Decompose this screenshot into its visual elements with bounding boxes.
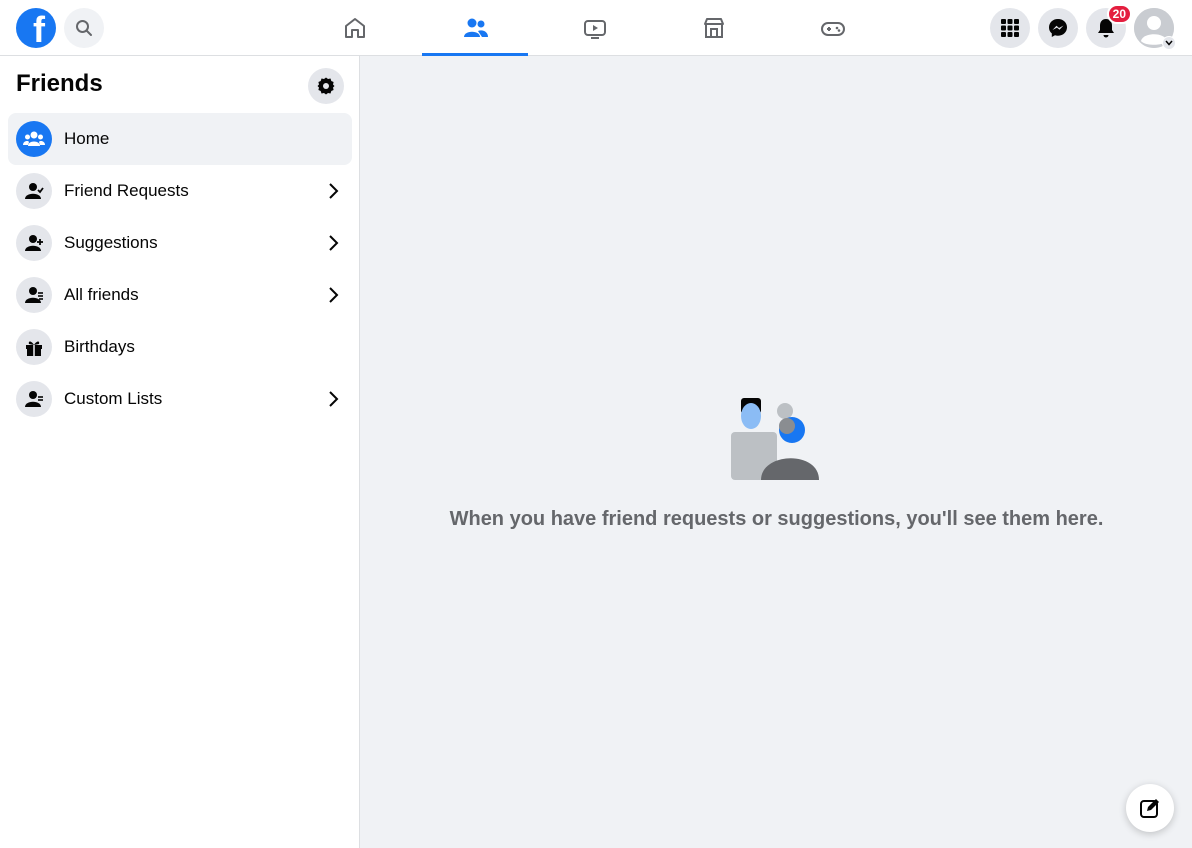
sidebar-item-custom-lists[interactable]: Custom Lists xyxy=(8,373,352,425)
sidebar-item-birthdays[interactable]: Birthdays xyxy=(8,321,352,373)
sidebar-item-suggestions[interactable]: Suggestions xyxy=(8,217,352,269)
sidebar-item-label: Birthdays xyxy=(64,337,135,356)
settings-button[interactable] xyxy=(308,68,344,104)
suggestions-icon xyxy=(16,225,52,261)
sidebar-title: Friends xyxy=(16,70,103,97)
sidebar-item-label: All friends xyxy=(64,285,139,304)
chevron-right-icon[interactable] xyxy=(322,231,346,255)
logo-letter: f xyxy=(33,9,45,48)
gear-icon xyxy=(317,77,335,95)
friends-icon xyxy=(464,18,488,37)
facebook-logo[interactable]: f xyxy=(16,8,56,48)
menu-grid-icon xyxy=(1001,19,1019,37)
messenger-button[interactable] xyxy=(1038,8,1078,48)
tab-marketplace[interactable] xyxy=(661,0,767,56)
messenger-icon xyxy=(1049,19,1067,37)
gaming-icon xyxy=(821,22,845,36)
chevron-right-icon[interactable] xyxy=(322,179,346,203)
notification-count-badge: 20 xyxy=(1106,4,1132,24)
top-navigation-bar: f 20 xyxy=(0,0,1192,56)
friends-sidebar: Friends Home Friend Requests Suggestions… xyxy=(0,56,360,848)
watch-icon xyxy=(584,20,606,39)
home-icon xyxy=(345,18,365,38)
notifications-button[interactable]: 20 xyxy=(1086,4,1132,48)
sidebar-item-label: Custom Lists xyxy=(64,389,163,408)
main-content: When you have friend requests or suggest… xyxy=(361,56,1192,848)
search-icon xyxy=(76,20,92,36)
custom-lists-icon xyxy=(16,381,52,417)
sidebar-item-friend-requests[interactable]: Friend Requests xyxy=(8,165,352,217)
empty-friends-illustration xyxy=(731,398,819,480)
tab-home[interactable] xyxy=(302,0,408,56)
chevron-right-icon[interactable] xyxy=(322,387,346,411)
account-chevron-down-icon[interactable] xyxy=(1162,36,1176,50)
tab-friends[interactable] xyxy=(422,0,528,56)
account-avatar[interactable] xyxy=(1134,8,1176,50)
sidebar-item-all-friends[interactable]: All friends xyxy=(8,269,352,321)
marketplace-icon xyxy=(704,18,724,38)
sidebar-item-label: Suggestions xyxy=(64,233,158,252)
new-message-button[interactable] xyxy=(1126,784,1174,832)
friend-requests-icon xyxy=(16,173,52,209)
compose-icon xyxy=(1140,799,1159,818)
tab-watch[interactable] xyxy=(542,0,648,56)
gift-icon xyxy=(16,329,52,365)
sidebar-item-label: Home xyxy=(64,129,110,148)
all-friends-icon xyxy=(16,277,52,313)
sidebar-item-home[interactable]: Home xyxy=(8,113,352,165)
chevron-right-icon[interactable] xyxy=(322,283,346,307)
friends-home-icon xyxy=(16,121,52,157)
sidebar-item-label: Friend Requests xyxy=(64,181,189,200)
search-button[interactable] xyxy=(64,8,104,48)
menu-button[interactable] xyxy=(990,8,1030,48)
empty-state-message: When you have friend requests or suggest… xyxy=(449,508,1104,530)
tab-gaming[interactable] xyxy=(780,0,886,56)
